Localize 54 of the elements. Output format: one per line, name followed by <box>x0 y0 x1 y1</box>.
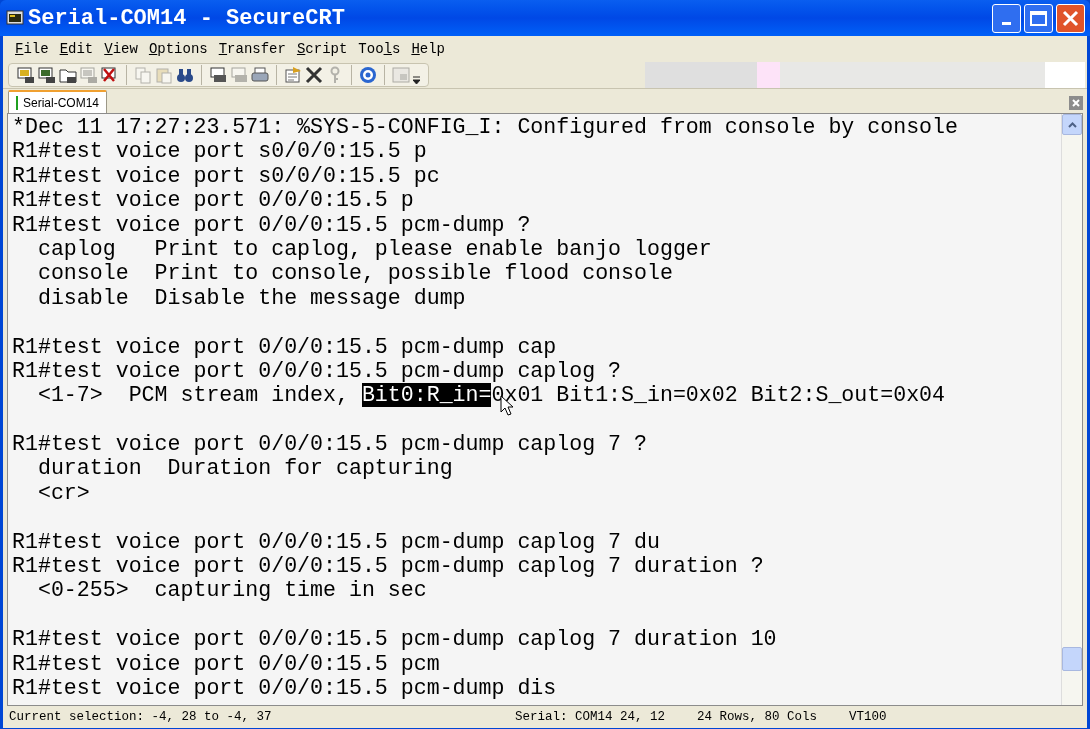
terminal-line: <cr> <box>36 480 90 506</box>
status-text: Serial: COM14 <box>515 708 614 726</box>
terminal-icon[interactable] <box>38 66 56 84</box>
session-tab[interactable]: Serial-COM14 <box>8 90 108 113</box>
menu-item[interactable]: View <box>100 38 142 60</box>
close-icon[interactable] <box>101 66 119 84</box>
terminal-line: R1#test voice port 0/0/0:15.5 pcm-dump ? <box>12 212 531 237</box>
terminal-line: R1#test voice port 0/0/0:15.5 pcm-dump caplog 7 du <box>12 529 660 555</box>
terminal-line: R1#test voice port 0/0/0:15.5 pcm-dump caplog 7 duration 10 <box>12 627 777 652</box>
binoculars-icon[interactable] <box>176 66 194 84</box>
terminal-line: <1-7> PCM stream index, Bit0:R_in=0x01 Bit1:S_in=0x02 Bit2:S_out=0x04 <box>36 383 946 408</box>
maximize-button[interactable] <box>1024 3 1053 33</box>
terminal-line: caplog Print to caplog, please enable banjo logger <box>36 236 712 262</box>
scrollbar[interactable] <box>1061 114 1082 705</box>
terminal-line: R1#test voice port 0/0/0:15.5 pcm-dump caplog 7 duration ? <box>12 554 764 579</box>
folder-icon[interactable] <box>59 66 77 84</box>
menu-item[interactable]: Script <box>292 38 352 60</box>
terminal-line: <0-255> capturing time in sec <box>36 578 427 603</box>
terminal-line: R1#test voice port 0/0/0:15.5 pcm-dump caplog 7 ? <box>12 432 647 457</box>
terminal-line: R1#test voice port s0/0/0:15.5 pc <box>12 163 440 189</box>
menu-item[interactable]: Transfer <box>214 38 290 60</box>
printer-icon[interactable] <box>209 66 227 84</box>
chevron-icon[interactable] <box>413 76 420 84</box>
scroll-up-button[interactable] <box>1062 114 1082 135</box>
close-icon <box>1062 9 1079 27</box>
terminal-line: duration Duration for capturing <box>36 456 453 481</box>
scroll-thumb[interactable] <box>1062 647 1082 671</box>
terminal-line: R1#test voice port 0/0/0:15.5 pcm <box>12 651 440 676</box>
menu-item[interactable]: Help <box>407 38 449 60</box>
terminal-line: *Dec 11 17:27:23.571: %SYS-5-CONFIG_I: Configured from console by console <box>12 115 958 140</box>
terminal-line: R1#test voice port 0/0/0:15.5 pcm-dump caplog ? <box>12 358 622 384</box>
status-text: Current selection: -4, 28 to -4, 37 <box>9 708 273 726</box>
terminal-line: disable Disable the message dump <box>36 285 466 311</box>
caret-up-icon <box>1067 121 1077 128</box>
status-text: 24 Rows, 80 Cols <box>697 708 819 726</box>
status-text: 24, 12 <box>620 708 666 726</box>
terminal-line: console Print to console, possible flood console <box>36 261 673 286</box>
close-tab-button[interactable] <box>1069 96 1083 110</box>
menu-item[interactable]: File <box>11 38 53 60</box>
terminal-line: R1#test voice port 0/0/0:15.5 pcm-dump dis <box>12 676 557 701</box>
terminal-line: R1#test voice port s0/0/0:15.5 p <box>12 139 427 164</box>
app-icon <box>6 9 24 27</box>
printer-icon[interactable] <box>251 66 269 84</box>
menu-item[interactable]: Tools <box>354 38 405 60</box>
terminal-line: R1#test voice port 0/0/0:15.5 pcm-dump cap <box>12 334 557 359</box>
menu-item[interactable]: Options <box>144 38 212 60</box>
minimize-button[interactable] <box>992 3 1021 33</box>
close-icon <box>1072 99 1080 107</box>
terminal-line: R1#test voice port 0/0/0:15.5 p <box>12 188 414 213</box>
status-text: VT100 <box>849 708 887 726</box>
close-button[interactable] <box>1056 3 1085 33</box>
window-title: Serial-COM14 - SecureCRT <box>28 4 345 33</box>
terminal-icon[interactable] <box>17 66 35 84</box>
menu-item[interactable]: Edit <box>55 38 98 60</box>
